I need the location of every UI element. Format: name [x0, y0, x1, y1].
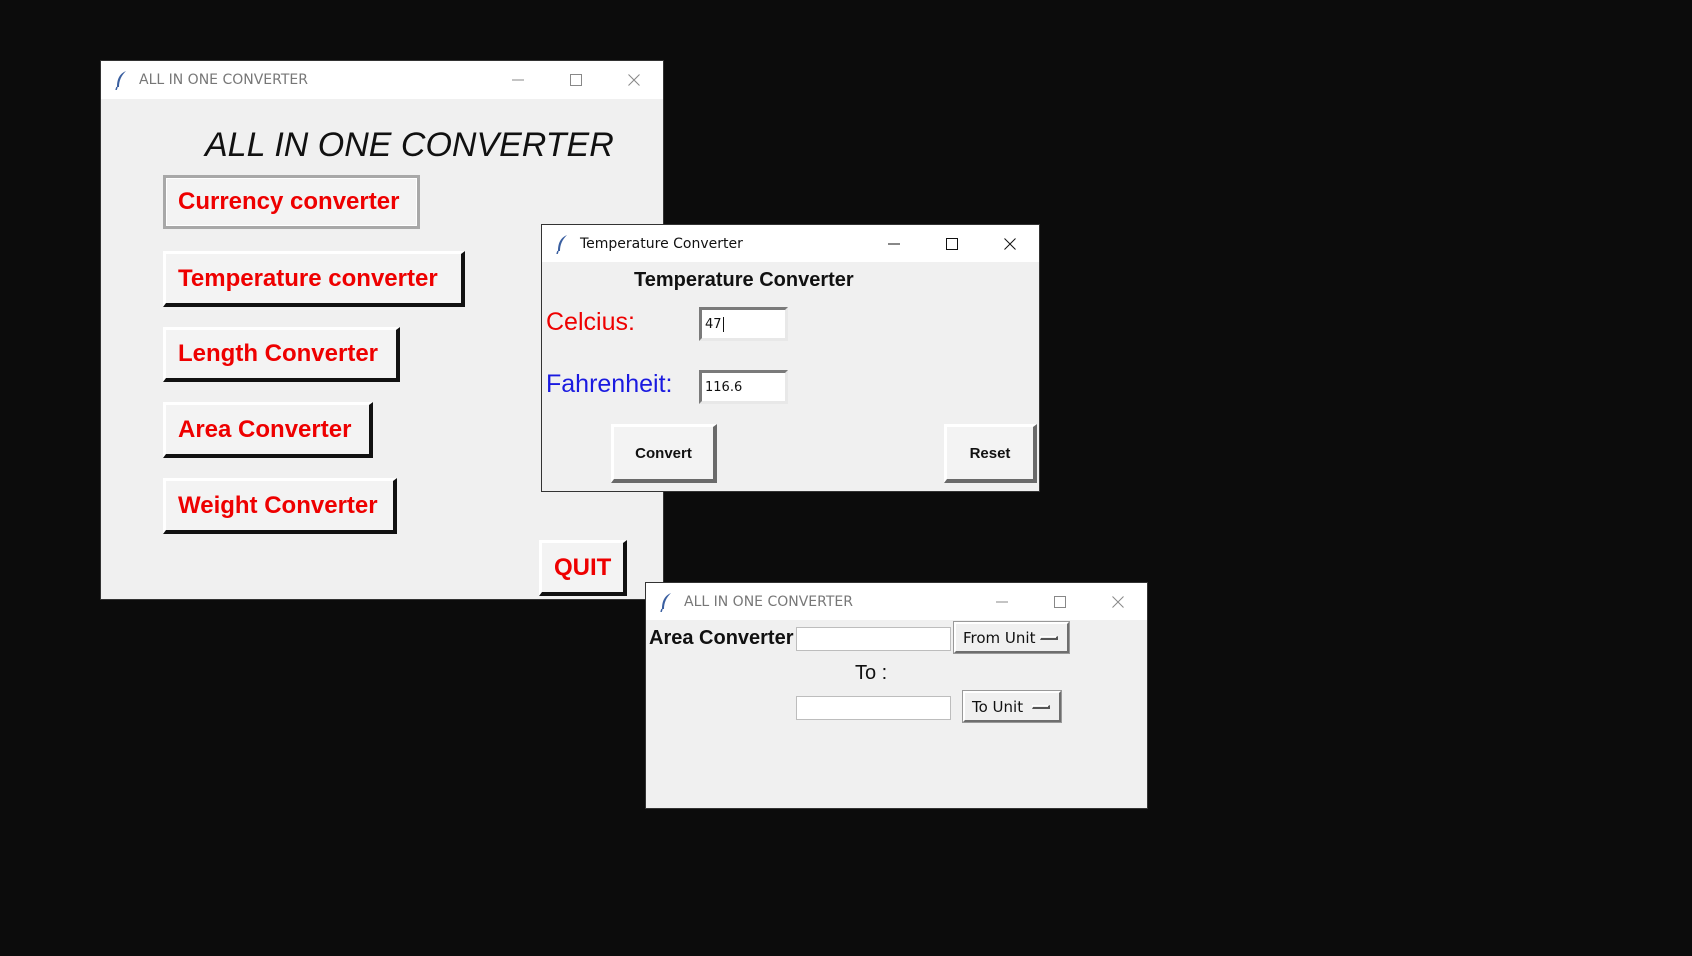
temperature-window-title: Temperature Converter	[580, 235, 743, 252]
minimize-icon[interactable]	[865, 225, 923, 262]
currency-converter-button[interactable]: Currency converter	[163, 175, 420, 229]
area-window-titlebar[interactable]: ALL IN ONE CONVERTER	[646, 583, 1147, 620]
temperature-window-titlebar[interactable]: Temperature Converter	[542, 225, 1039, 262]
weight-converter-button[interactable]: Weight Converter	[163, 478, 397, 534]
dropdown-indicator-icon	[1040, 635, 1058, 640]
temperature-heading: Temperature Converter	[634, 269, 854, 291]
area-window: ALL IN ONE CONVERTER Area Converter From…	[646, 583, 1147, 808]
area-input[interactable]	[796, 627, 951, 651]
from-unit-value: From Unit	[963, 628, 1036, 647]
to-unit-value: To Unit	[972, 697, 1024, 716]
text-caret	[722, 316, 724, 332]
temperature-window-content: Temperature Converter Celcius: 47 Fahren…	[542, 262, 1039, 491]
area-window-title: ALL IN ONE CONVERTER	[684, 593, 853, 610]
temperature-window: Temperature Converter Temperature Conver…	[542, 225, 1039, 491]
length-converter-button[interactable]: Length Converter	[163, 327, 400, 382]
dropdown-indicator-icon	[1032, 704, 1050, 709]
main-window-titlebar[interactable]: ALL IN ONE CONVERTER	[101, 61, 663, 99]
area-converter-button[interactable]: Area Converter	[163, 402, 373, 458]
temperature-converter-button[interactable]: Temperature converter	[163, 251, 465, 307]
minimize-icon[interactable]	[489, 61, 547, 99]
feather-icon	[552, 234, 572, 254]
celcius-input-value: 47	[705, 316, 722, 332]
convert-button[interactable]: Convert	[611, 424, 717, 483]
celcius-input[interactable]: 47	[699, 307, 788, 341]
area-converter-label: Area Converter	[649, 627, 794, 649]
celcius-label: Celcius:	[546, 308, 635, 336]
area-window-content: Area Converter From Unit To : To Unit	[646, 620, 1147, 808]
quit-button[interactable]: QUIT	[539, 540, 627, 596]
maximize-icon[interactable]	[1031, 583, 1089, 620]
feather-icon	[111, 70, 131, 90]
main-window-title: ALL IN ONE CONVERTER	[139, 72, 308, 88]
minimize-icon[interactable]	[973, 583, 1031, 620]
fahrenheit-label: Fahrenheit:	[546, 370, 673, 398]
from-unit-dropdown[interactable]: From Unit	[954, 622, 1069, 653]
close-icon[interactable]	[1089, 583, 1147, 620]
to-unit-dropdown[interactable]: To Unit	[963, 691, 1061, 722]
to-label: To :	[855, 662, 888, 684]
fahrenheit-output[interactable]: 116.6	[699, 370, 788, 404]
main-heading: ALL IN ONE CONVERTER	[205, 126, 614, 164]
feather-icon	[656, 592, 676, 612]
maximize-icon[interactable]	[923, 225, 981, 262]
area-output[interactable]	[796, 696, 951, 720]
close-icon[interactable]	[605, 61, 663, 99]
maximize-icon[interactable]	[547, 61, 605, 99]
close-icon[interactable]	[981, 225, 1039, 262]
reset-button[interactable]: Reset	[944, 424, 1037, 483]
fahrenheit-output-value: 116.6	[705, 379, 743, 395]
